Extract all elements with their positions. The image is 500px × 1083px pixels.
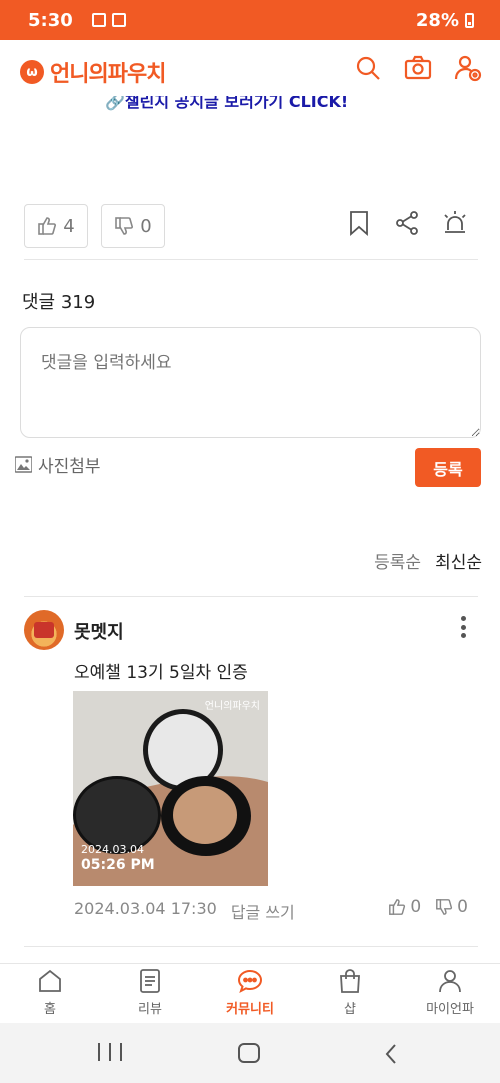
thumbs-up-icon [389,899,406,915]
thumbs-up-icon [38,217,57,235]
reply-button[interactable]: 답글 쓰기 [231,899,295,923]
photo-time: 05:26 PM [81,857,155,873]
nav-community[interactable]: 커뮤니티 [200,964,300,1023]
nav-home-label: 홈 [44,1002,56,1017]
battery-icon [465,13,474,28]
bookmark-icon[interactable] [346,210,372,236]
comment-dislike-count: 0 [457,897,468,917]
post-actions [346,210,468,236]
my-icon [439,970,461,993]
app-header: ω 언니의파우치 [0,40,500,96]
comment-like-count: 0 [410,897,422,917]
nav-shop[interactable]: 샵 [300,964,400,1023]
community-icon [237,969,263,994]
submit-comment-button[interactable]: 등록 [415,448,481,487]
thumbs-down-icon [115,217,134,235]
avatar[interactable] [24,610,64,650]
nav-shop-label: 샵 [344,1002,356,1017]
back-icon[interactable] [380,1043,404,1065]
system-nav-bar [0,1023,500,1083]
nav-community-label: 커뮤니티 [226,1002,274,1017]
gallery-notification-icon [92,13,106,27]
comment-votes: 0 0 [388,897,468,917]
app-logo[interactable]: ω 언니의파우치 [20,56,166,88]
comment-count: 댓글 319 [22,292,96,313]
logo-text: 언니의파우치 [50,62,166,87]
photo-cushion [161,776,251,856]
post-reactions: 4 0 [24,204,478,248]
share-icon[interactable] [394,210,420,236]
photo-date: 2024.03.04 [81,843,144,856]
bottom-nav: 홈 리뷰 커뮤니티 샵 마이언파 [0,963,500,1023]
image-icon [15,456,32,473]
more-options-icon[interactable] [460,616,466,638]
like-count: 4 [63,215,75,237]
status-right: 28% [416,10,474,31]
status-bar: 5:30 28% [0,0,500,40]
photo-watermark: 언니의파우치 [204,701,260,712]
report-siren-icon[interactable] [442,210,468,236]
header-actions [354,54,482,82]
profile-settings-icon[interactable] [454,54,482,82]
dislike-count: 0 [140,215,152,237]
divider [24,946,478,947]
pouch-logo-icon: ω [20,60,44,84]
nav-my[interactable]: 마이언파 [400,964,500,1023]
photo-attach-button[interactable]: 사진첨부 [15,452,101,477]
thumbs-down-icon [436,899,453,915]
sort-by-registration[interactable]: 등록순 [374,548,421,573]
notification-icons [92,13,126,27]
edit-notification-icon [112,13,126,27]
sort-by-newest[interactable]: 최신순 [435,548,482,573]
recent-apps-icon[interactable] [98,1043,122,1065]
battery-percent: 28% [415,10,459,31]
review-icon [140,969,160,993]
comment-photo[interactable]: 언니의파우치 2024.03.04 05:26 PM [73,691,268,886]
nav-home[interactable]: 홈 [0,964,100,1023]
banner-text: 🔗챌린지 공지글 보러가기 CLICK! [105,96,349,111]
camera-icon[interactable] [404,54,432,82]
comment-meta: 2024.03.04 17:30 답글 쓰기 [74,899,295,923]
home-icon [39,969,61,992]
home-button-icon[interactable] [238,1043,260,1063]
shop-icon [340,969,360,993]
comment-author[interactable]: 못멧지 [74,618,124,644]
comment-text: 오예챌 13기 5일차 인증 [74,663,248,683]
comment-input[interactable] [20,327,481,438]
nav-review[interactable]: 리뷰 [100,964,200,1023]
photo-attach-label: 사진첨부 [38,457,101,477]
search-icon[interactable] [354,54,382,82]
comment-timestamp: 2024.03.04 17:30 [74,899,217,918]
nav-my-label: 마이언파 [426,1002,474,1017]
sort-options: 등록순 최신순 [374,548,482,573]
challenge-notice-banner[interactable]: 🔗챌린지 공지글 보러가기 CLICK! [105,96,348,118]
status-time: 5:30 [28,10,73,31]
dislike-button[interactable]: 0 [101,204,165,248]
comment-like-button[interactable]: 0 [388,897,421,917]
divider [24,596,478,597]
nav-review-label: 리뷰 [138,1002,162,1017]
divider [24,259,478,260]
comment-dislike-button[interactable]: 0 [435,897,468,917]
like-button[interactable]: 4 [24,204,88,248]
